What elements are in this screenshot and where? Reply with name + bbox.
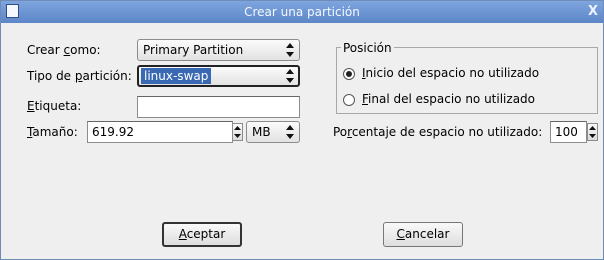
- percentage-label: Porcentaje de espacio no utilizado:: [333, 125, 543, 139]
- radio-end[interactable]: [343, 94, 355, 106]
- size-value: 619.92: [92, 125, 134, 139]
- radio-end-label[interactable]: Final del espacio no utilizado: [362, 90, 535, 108]
- close-icon[interactable]: X: [586, 2, 600, 22]
- size-unit-value: MB: [252, 125, 271, 139]
- create-as-value: Primary Partition: [143, 43, 244, 57]
- tag-label: Etiqueta:: [27, 99, 82, 113]
- position-title: Posición: [341, 40, 394, 56]
- spinner-arrows-icon: [589, 126, 596, 138]
- partition-type-select[interactable]: linux-swap: [137, 65, 300, 87]
- percentage-spinner[interactable]: [587, 123, 598, 141]
- create-as-label: Crear como:: [27, 43, 101, 57]
- select-arrows-icon: [286, 69, 294, 83]
- radio-start[interactable]: [343, 68, 355, 80]
- partition-type-value: linux-swap: [141, 68, 212, 84]
- tag-input[interactable]: [137, 96, 300, 118]
- size-spinner[interactable]: [232, 123, 243, 141]
- window-title: Crear una partición: [244, 5, 360, 19]
- size-input[interactable]: 619.92: [87, 121, 233, 143]
- size-unit-select[interactable]: MB: [246, 121, 300, 143]
- percentage-input[interactable]: 100: [550, 121, 587, 143]
- select-arrows-icon: [286, 43, 294, 57]
- percentage-value: 100: [555, 125, 578, 139]
- size-label: Tamaño:: [27, 125, 78, 139]
- accept-button[interactable]: Aceptar: [162, 222, 242, 247]
- select-arrows-icon: [286, 125, 294, 139]
- dialog-window: Crear una partición X Crear como: Primar…: [0, 0, 604, 260]
- title-bar[interactable]: Crear una partición X: [1, 1, 603, 23]
- spinner-arrows-icon: [234, 126, 241, 138]
- radio-start-label[interactable]: Inicio del espacio no utilizado: [362, 64, 539, 82]
- partition-type-label: Tipo de partición:: [27, 69, 132, 83]
- cancel-button[interactable]: Cancelar: [383, 222, 463, 247]
- create-as-select[interactable]: Primary Partition: [137, 39, 300, 61]
